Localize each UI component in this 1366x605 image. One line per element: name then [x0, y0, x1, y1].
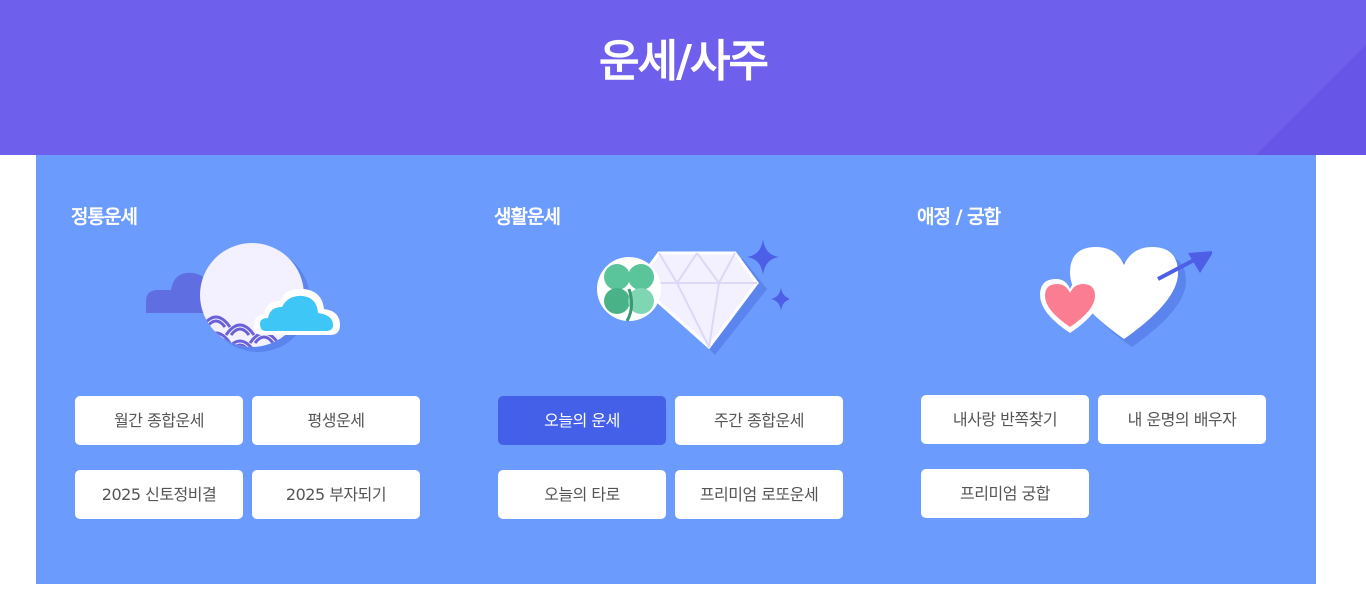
- wealth-fortune-button[interactable]: 2025 부자되기: [252, 470, 420, 519]
- page-title: 운세/사주: [599, 36, 769, 87]
- today-fortune-button[interactable]: 오늘의 운세: [498, 396, 666, 445]
- fortune-menu-panel: 정통운세 월간 종합운세 평생운세 2025 신토정비결 2025 부자되기 생…: [36, 155, 1316, 584]
- premium-compatibility-button[interactable]: 프리미엄 궁합: [921, 469, 1089, 518]
- category-title: 생활운세: [494, 206, 561, 228]
- page-header: 운세/사주: [0, 0, 1366, 155]
- today-tarot-button[interactable]: 오늘의 타로: [498, 470, 666, 519]
- find-soulmate-button[interactable]: 내사랑 반쪽찾기: [921, 395, 1089, 444]
- lotto-fortune-button[interactable]: 프리미엄 로또운세: [675, 470, 843, 519]
- category-daily-life: 생활운세 오늘의 운세 주간 종합운세 오늘의 타로 프리미엄 로또운세: [459, 155, 859, 584]
- category-love: 애정 / 궁합 내사랑 반쪽찾기 내 운명의 배우자 프리미엄 궁합: [882, 155, 1282, 584]
- moon-cloud-icon: [146, 243, 340, 352]
- category-traditional: 정통운세 월간 종합운세 평생운세 2025 신토정비결 2025 부자되기: [36, 155, 436, 584]
- monthly-fortune-button[interactable]: 월간 종합운세: [75, 396, 243, 445]
- diamond-clover-icon: [597, 239, 789, 355]
- lifetime-fortune-button[interactable]: 평생운세: [252, 396, 420, 445]
- tojeong-fortune-button[interactable]: 2025 신토정비결: [75, 470, 243, 519]
- weekly-fortune-button[interactable]: 주간 종합운세: [675, 396, 843, 445]
- category-title: 정통운세: [71, 206, 138, 228]
- hearts-arrow-icon: [1040, 247, 1212, 347]
- category-title: 애정 / 궁합: [917, 206, 1001, 228]
- destined-spouse-button[interactable]: 내 운명의 배우자: [1098, 395, 1266, 444]
